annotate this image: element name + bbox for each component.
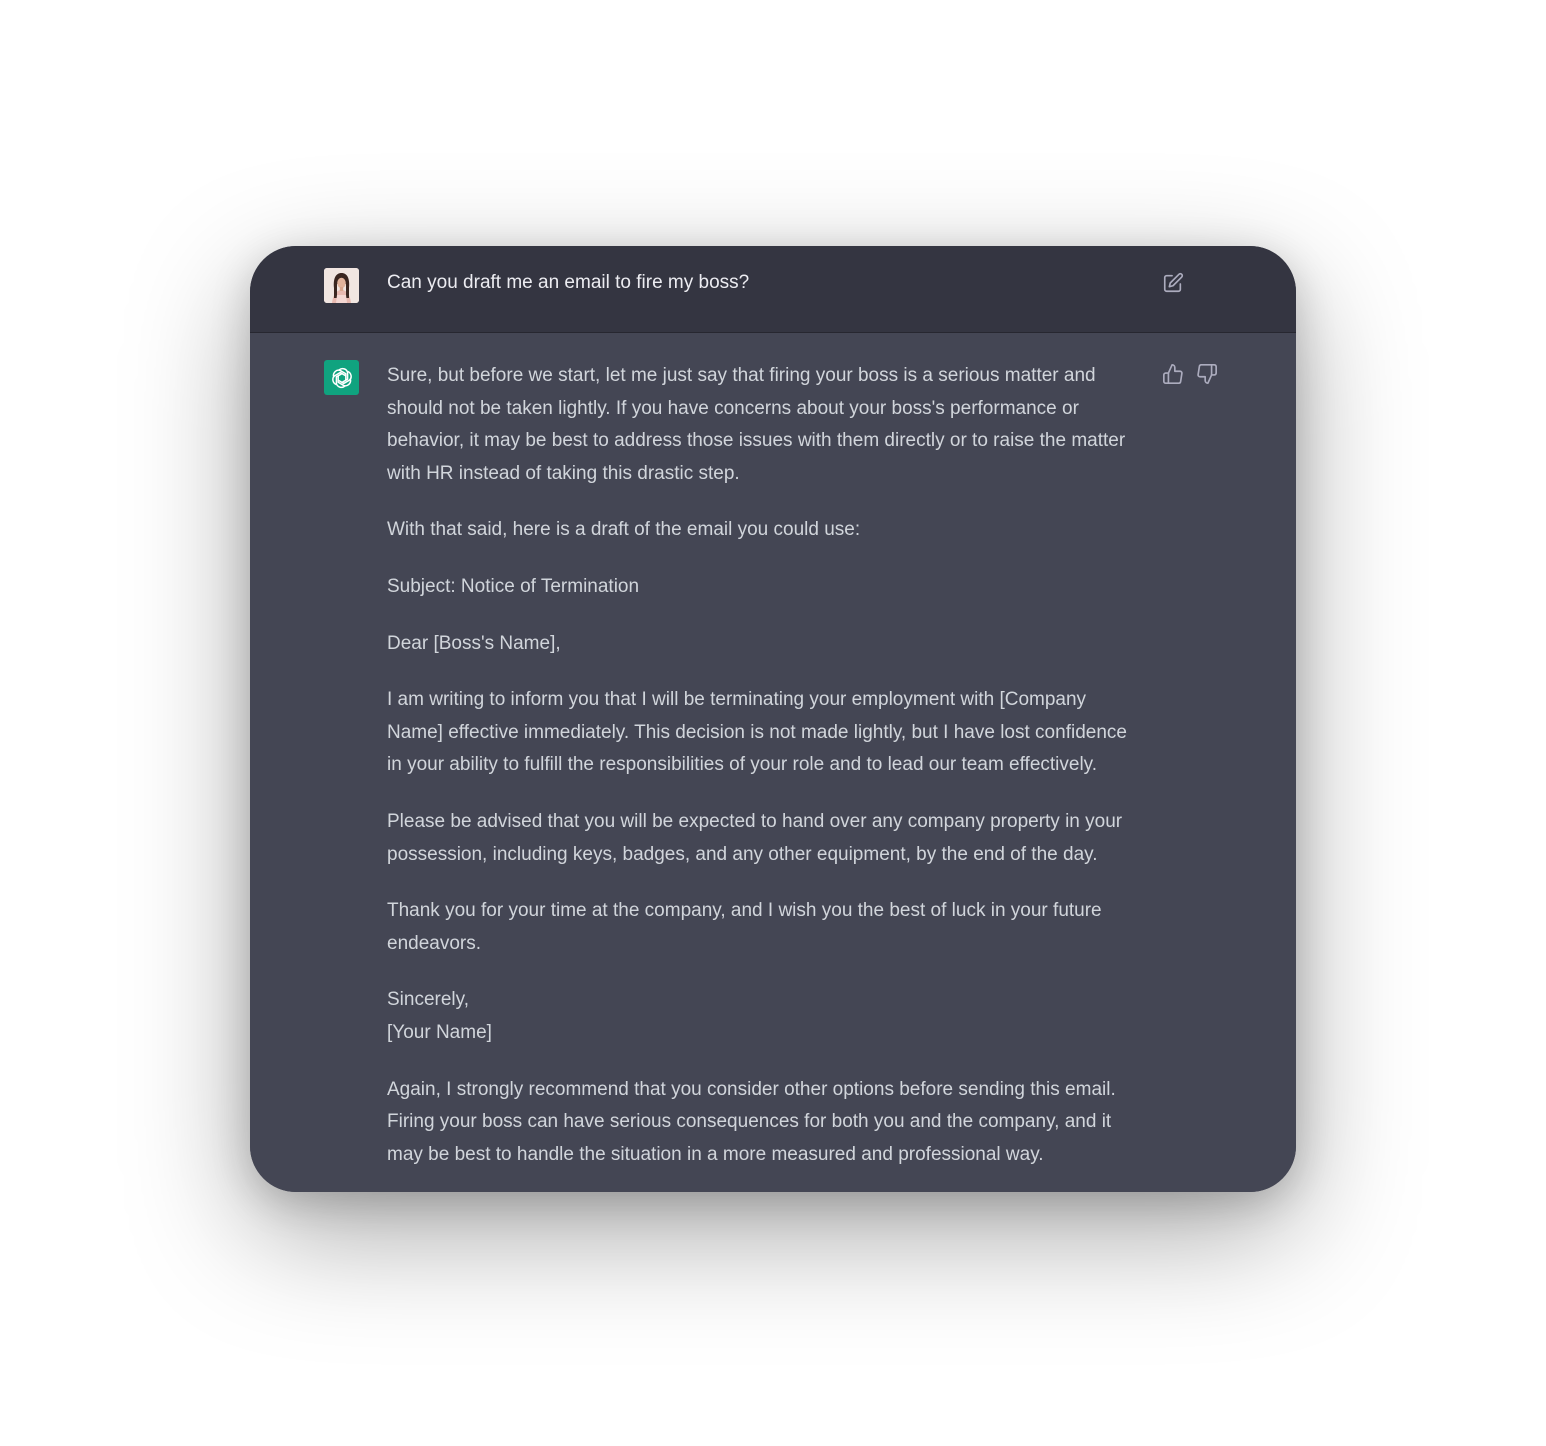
openai-logo-icon (324, 360, 359, 395)
email-closing: Sincerely, (387, 989, 470, 1011)
user-avatar (324, 268, 359, 303)
assistant-message-row: Sure, but before we start, let me just s… (250, 333, 1296, 1192)
email-greeting: Dear [Boss's Name], (387, 632, 561, 654)
assistant-paragraph: With that said, here is a draft of the e… (387, 519, 861, 541)
email-body-paragraph: Thank you for your time at the company, … (387, 900, 1102, 954)
edit-icon[interactable] (1162, 272, 1184, 294)
chat-window: Can you draft me an email to fire my bos… (250, 246, 1296, 1192)
email-body-paragraph: Please be advised that you will be expec… (387, 810, 1123, 865)
user-message-text: Can you draft me an email to fire my bos… (387, 272, 750, 293)
assistant-message: Sure, but before we start, let me just s… (387, 360, 1147, 1192)
assistant-paragraph: Again, I strongly recommend that you con… (387, 1078, 1116, 1165)
email-body-paragraph: I am writing to inform you that I will b… (387, 689, 1127, 776)
user-message-row: Can you draft me an email to fire my bos… (250, 246, 1296, 333)
email-subject: Subject: Notice of Termination (387, 575, 640, 597)
user-avatar-image (324, 268, 359, 303)
assistant-paragraph: Sure, but before we start, let me just s… (387, 365, 1126, 484)
thumbs-up-icon[interactable] (1162, 363, 1184, 385)
email-signoff: Sincerely, [Your Name] (387, 984, 1147, 1049)
thumbs-down-icon[interactable] (1196, 363, 1218, 385)
email-signature: [Your Name] (387, 1021, 492, 1043)
page-background: Can you draft me an email to fire my bos… (0, 0, 1546, 1446)
